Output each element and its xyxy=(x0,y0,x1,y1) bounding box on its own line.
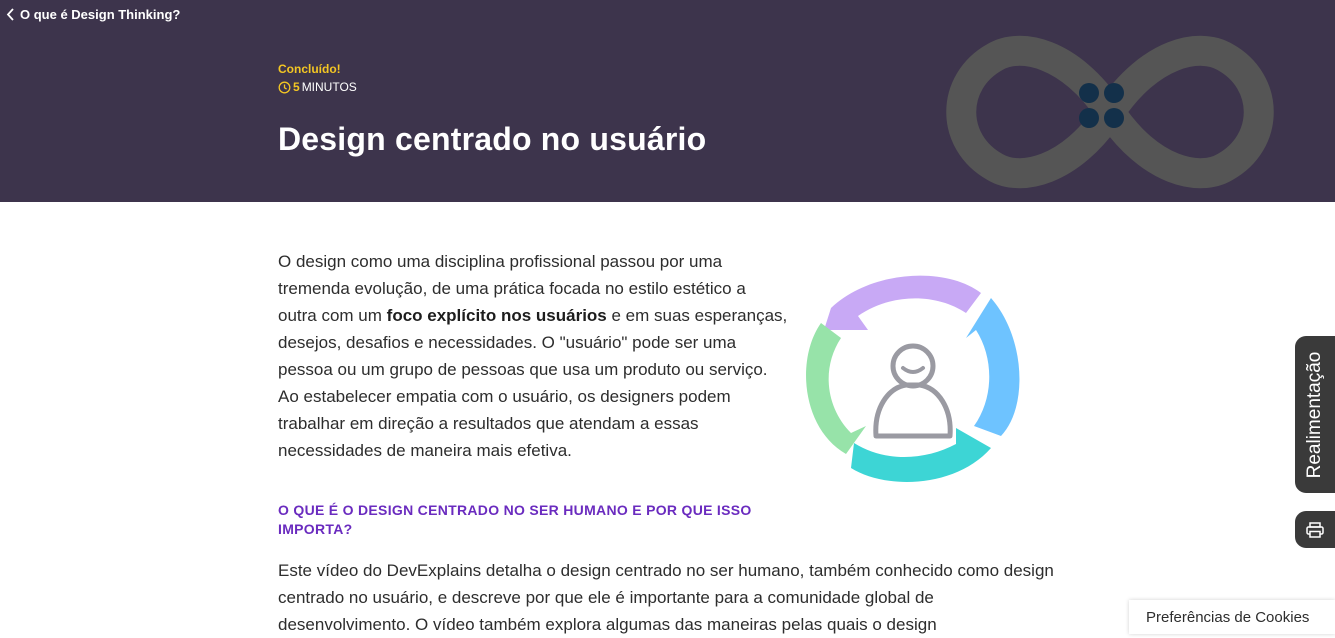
infinity-logo-icon xyxy=(946,35,1274,189)
intro-paragraph: O design como uma disciplina profissiona… xyxy=(278,248,788,464)
print-button[interactable] xyxy=(1294,510,1335,549)
feedback-tab[interactable]: Realimentação xyxy=(1294,335,1335,494)
cookie-preferences-label: Preferências de Cookies xyxy=(1146,608,1310,626)
course-header: O que é Design Thinking? Concluído! 5 MI… xyxy=(0,0,1335,202)
duration-number: 5 xyxy=(293,80,300,94)
intro-emphasis: foco explícito nos usuários xyxy=(386,306,607,325)
section-heading: O QUE É O DESIGN CENTRADO NO SER HUMANO … xyxy=(278,502,752,537)
completion-status: Concluído! xyxy=(278,62,341,76)
page-title: Design centrado no usuário xyxy=(278,121,707,157)
back-link-label: O que é Design Thinking? xyxy=(20,7,181,22)
clock-icon xyxy=(278,81,291,93)
intro-text-b: e em suas esperanças, desejos, desafios … xyxy=(278,306,788,460)
back-link[interactable]: O que é Design Thinking? xyxy=(6,7,180,22)
cookie-preferences-button[interactable]: Preferências de Cookies xyxy=(1129,600,1335,634)
user-cycle-illustration xyxy=(806,275,1020,482)
feedback-label: Realimentação xyxy=(1304,351,1325,478)
lesson-duration: 5 MINUTOS xyxy=(278,80,357,94)
chevron-left-icon xyxy=(6,8,14,21)
video-paragraph: Este vídeo do DevExplains detalha o desi… xyxy=(278,561,1054,634)
duration-unit: MINUTOS xyxy=(301,80,357,94)
printer-icon xyxy=(1306,521,1324,538)
